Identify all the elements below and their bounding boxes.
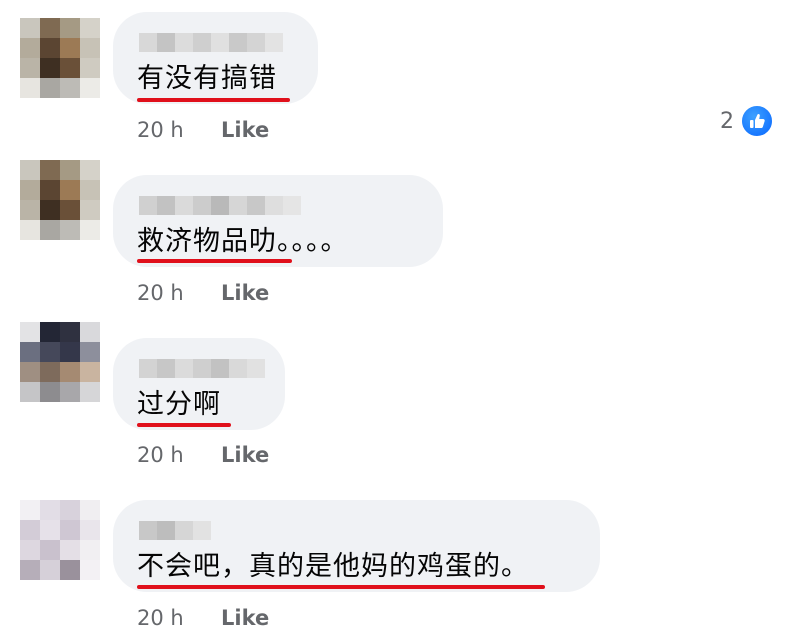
like-button[interactable]: Like <box>221 281 269 305</box>
avatar[interactable] <box>20 18 100 98</box>
comment-bubble: 过分啊 <box>113 338 285 430</box>
red-underline <box>137 585 545 589</box>
red-underline <box>137 98 290 102</box>
comment-time[interactable]: 20 h <box>137 606 184 630</box>
avatar[interactable] <box>20 500 100 580</box>
like-button[interactable]: Like <box>221 118 269 142</box>
like-button[interactable]: Like <box>221 606 269 630</box>
comment-text: 救济物品叻。。。。 <box>137 226 349 257</box>
comment-bubble: 有没有搞错 <box>113 12 318 104</box>
comment-time[interactable]: 20 h <box>137 443 184 467</box>
comment-time[interactable]: 20 h <box>137 118 184 142</box>
red-underline <box>137 423 231 427</box>
like-reaction-icon <box>740 104 774 138</box>
comment-text: 过分啊 <box>137 389 221 420</box>
comment-bubble: 不会吧，真的是他妈的鸡蛋的。 <box>113 500 600 592</box>
avatar[interactable] <box>20 322 100 402</box>
comment-text: 不会吧，真的是他妈的鸡蛋的。 <box>137 551 529 582</box>
comment-bubble: 救济物品叻。。。。 <box>113 175 443 267</box>
red-underline <box>137 259 292 263</box>
reaction-summary[interactable]: 2 <box>720 104 774 138</box>
like-button[interactable]: Like <box>221 443 269 467</box>
author-name-redacted[interactable] <box>139 521 211 540</box>
comment-text: 有没有搞错 <box>137 63 277 94</box>
avatar[interactable] <box>20 160 100 240</box>
reaction-count: 2 <box>720 108 734 134</box>
author-name-redacted[interactable] <box>139 359 265 378</box>
author-name-redacted[interactable] <box>139 33 283 52</box>
author-name-redacted[interactable] <box>139 196 301 215</box>
comment-time[interactable]: 20 h <box>137 281 184 305</box>
